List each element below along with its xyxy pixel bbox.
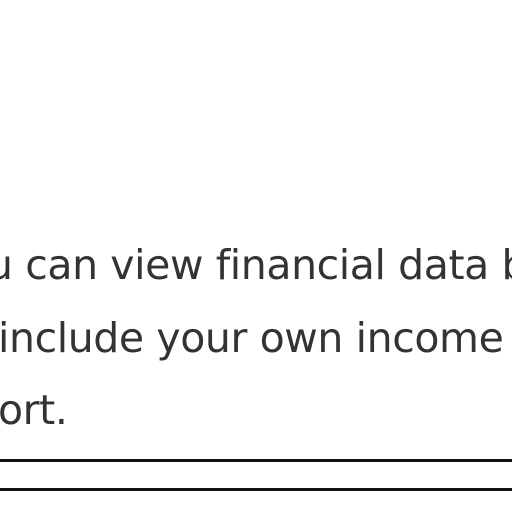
paragraph-line-3: ort. [0, 386, 68, 434]
body-paragraph: u can view financial data b include your… [0, 0, 512, 512]
horizontal-divider-top [0, 459, 512, 462]
document-page: u can view financial data b include your… [0, 0, 512, 512]
paragraph-line-1: u can view financial data b [0, 241, 512, 289]
paragraph-line-2: include your own income [0, 314, 504, 362]
horizontal-divider-bottom [0, 488, 512, 491]
